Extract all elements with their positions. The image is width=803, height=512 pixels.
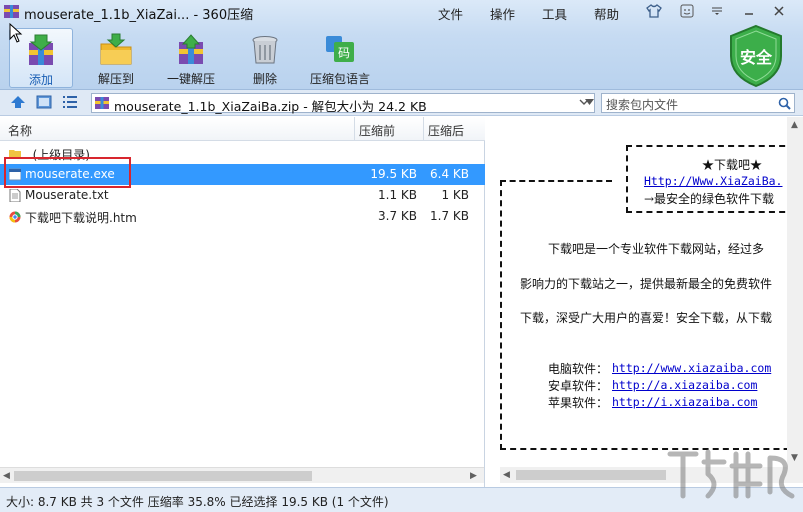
watermark-logo [667,449,795,499]
file-compressed-size: 1.7 KB [430,209,469,223]
menu-help[interactable]: 帮助 [594,4,619,23]
dropdown-menu-icon[interactable] [706,2,728,20]
htm-icon [9,211,21,223]
search-field[interactable]: 搜索包内文件 [601,93,795,113]
status-text: 大小: 8.7 KB 共 3 个文件 压缩率 35.8% 已经选择 19.5 K… [6,495,389,509]
minimize-icon[interactable] [738,2,760,20]
file-size: 19.5 KB [370,167,417,181]
menu-operate[interactable]: 操作 [490,4,515,23]
archive-language-icon: 码 [326,36,354,62]
zip-file-icon [95,97,109,109]
file-size: 3.7 KB [378,209,417,223]
header-compressed-size[interactable]: 压缩后 [428,122,464,139]
pc-software-label: 电脑软件： [548,362,609,376]
file-compressed-size: 6.4 KB [430,167,469,181]
file-name: 下载吧下载说明.htm [25,211,137,225]
history-arrow-icon[interactable] [585,99,594,105]
list-horizontal-scrollbar[interactable]: ◀ ▶ [0,467,484,483]
extract-to-label: 解压到 [97,72,134,86]
preview-scroll-thumb[interactable] [516,470,666,480]
list-view-icon[interactable] [62,95,78,109]
menu-tools[interactable]: 工具 [542,4,567,23]
extract-to-button[interactable]: 解压到 [84,28,148,88]
svg-text:码: 码 [338,46,350,60]
address-bar-row: mouserate_1.1b_XiaZaiBa.zip - 解包大小为 24.2… [0,90,803,116]
preview-paragraph-3: 下载，深受广大用户的喜爱！安全下载，从下载 [520,311,773,325]
apple-software-label: 苹果软件： [548,396,609,410]
list-scroll-thumb[interactable] [14,471,312,481]
add-icon [29,34,53,65]
one-click-extract-label: 一键解压 [166,72,215,86]
close-icon[interactable] [768,2,790,20]
preview-pane: ★下载吧★ Http://Www.XiaZaiBa. →最安全的绿色软件下载 下… [486,117,803,487]
apple-software-link[interactable]: http://i.xiazaiba.com [612,395,757,409]
delete-icon [252,36,278,64]
security-shield[interactable]: 安全 [727,24,785,88]
search-placeholder: 搜索包内文件 [606,98,679,112]
shield-label: 安全 [739,48,772,67]
smiley-icon[interactable] [676,2,698,20]
pc-software-link[interactable]: http://www.xiazaiba.com [612,361,771,375]
preview-vertical-scrollbar[interactable]: ▲ ▼ [787,117,803,467]
delete-button[interactable]: 删除 [233,28,297,88]
skin-shirt-icon[interactable] [643,2,665,20]
mouse-cursor-icon [9,23,23,43]
preview-paragraph-1: 下载吧是一个专业软件下载网站，经过多 [548,242,765,256]
archive-language-button[interactable]: 码 压缩包语言 [308,28,372,88]
one-click-extract-button[interactable]: 一键解压 [159,28,223,88]
scroll-left-icon[interactable]: ◀ [3,471,10,481]
menu-file[interactable]: 文件 [438,4,463,23]
scroll-right-icon[interactable]: ▶ [470,471,477,481]
extract-to-icon [100,33,132,65]
preview-slogan: →最安全的绿色软件下载 [644,192,775,206]
header-size[interactable]: 压缩前 [359,122,395,139]
title-bar: mouserate_1.1b_XiaZai... - 360压缩 文件 操作 工… [0,0,803,24]
list-item[interactable]: 下载吧下载说明.htm 3.7 KB 1.7 KB [0,206,485,227]
path-field[interactable]: mouserate_1.1b_XiaZaiBa.zip - 解包大小为 24.2… [91,93,595,114]
file-name: Mouserate.txt [25,188,109,202]
delete-label: 删除 [252,72,277,86]
file-size: 1.1 KB [378,188,417,202]
android-software-label: 安卓软件： [548,379,609,393]
path-text: mouserate_1.1b_XiaZaiBa.zip - 解包大小为 24.2… [114,99,427,114]
list-header: 名称 压缩前 压缩后 [0,117,485,141]
top-area: mouserate_1.1b_XiaZai... - 360压缩 文件 操作 工… [0,0,803,90]
one-click-extract-icon [179,34,203,64]
android-software-link[interactable]: http://a.xiazaiba.com [612,378,757,392]
search-icon[interactable] [778,97,791,110]
thumbnail-view-icon[interactable] [36,95,52,109]
list-item[interactable]: Mouserate.txt 1.1 KB 1 KB [0,185,485,206]
txt-icon [9,189,21,202]
app-icon [4,5,19,18]
archive-language-label: 压缩包语言 [309,72,370,86]
add-label: 添加 [28,73,53,87]
highlight-box [4,157,131,188]
preview-url-link[interactable]: Http://Www.XiaZaiBa. [644,174,782,188]
header-name[interactable]: 名称 [8,122,32,139]
preview-paragraph-2: 影响力的下载站之一，提供最新最全的免费软件 [520,277,773,291]
preview-title: ★下载吧★ [702,158,763,172]
up-arrow-icon[interactable] [10,95,26,109]
file-compressed-size: 1 KB [441,188,469,202]
window-title: mouserate_1.1b_XiaZai... - 360压缩 [24,8,254,23]
preview-scroll-left-icon[interactable]: ◀ [503,470,510,480]
scroll-up-icon[interactable]: ▲ [791,120,798,130]
